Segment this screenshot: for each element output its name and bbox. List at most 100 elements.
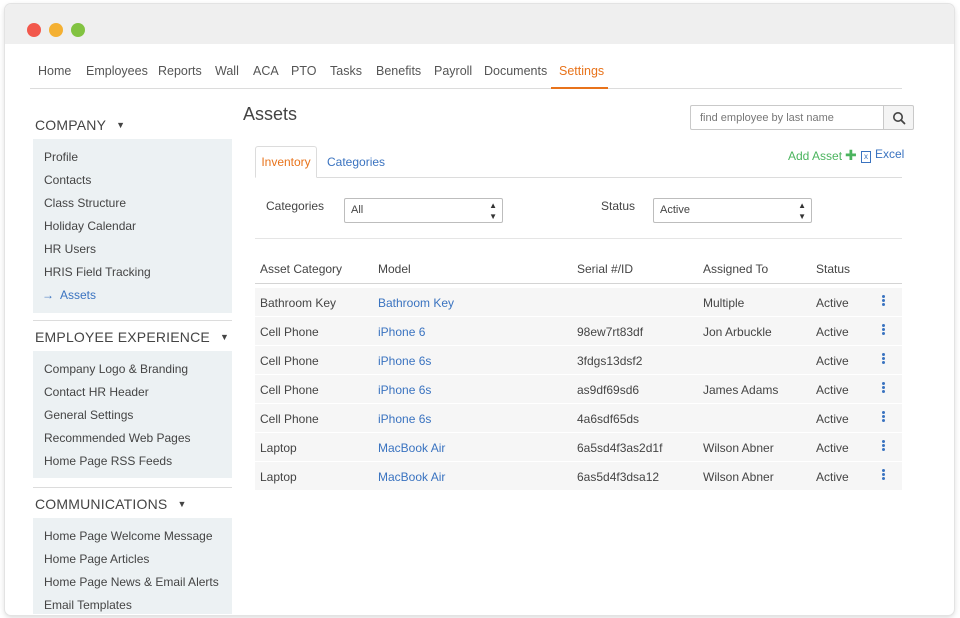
sidebar-item-home-page-news-email-alerts[interactable]: Home Page News & Email Alerts: [44, 575, 219, 589]
asset-category-cell: Cell Phone: [260, 354, 319, 368]
model-link[interactable]: iPhone 6: [378, 325, 425, 339]
kebab-menu-icon[interactable]: [877, 410, 889, 426]
model-link[interactable]: iPhone 6s: [378, 383, 431, 397]
status-cell: Active: [816, 412, 849, 426]
nav-aca[interactable]: ACA: [253, 64, 279, 78]
asset-category-cell: Cell Phone: [260, 383, 319, 397]
sidebar-item-contacts[interactable]: Contacts: [44, 173, 91, 187]
close-window-button[interactable]: [27, 23, 41, 37]
table-row: Cell Phone iPhone 6s as9df69sd6 James Ad…: [255, 375, 902, 404]
kebab-menu-icon[interactable]: [877, 439, 889, 455]
status-cell: Active: [816, 383, 849, 397]
minimize-window-button[interactable]: [49, 23, 63, 37]
categories-select[interactable]: All ▲ ▼: [344, 198, 503, 223]
search-button[interactable]: [883, 105, 914, 130]
assigned-to-cell: James Adams: [703, 383, 779, 397]
kebab-menu-icon[interactable]: [877, 323, 889, 339]
sidebar-item-home-page-articles[interactable]: Home Page Articles: [44, 552, 149, 566]
asset-category-cell: Laptop: [260, 441, 297, 455]
sidebar-item-hris-field-tracking[interactable]: HRIS Field Tracking: [44, 265, 151, 279]
status-cell: Active: [816, 470, 849, 484]
plus-icon: ✚: [845, 147, 857, 163]
caret-down-icon: ▼: [219, 332, 230, 342]
model-link[interactable]: MacBook Air: [378, 470, 445, 484]
status-filter-label: Status: [601, 199, 636, 213]
kebab-menu-icon[interactable]: [877, 352, 889, 368]
table-row: Cell Phone iPhone 6s 4a6sdf65ds Active: [255, 404, 902, 433]
assigned-to-cell: Wilson Abner: [703, 470, 774, 484]
nav-settings[interactable]: Settings: [559, 64, 604, 78]
sidebar-section-title: COMPANY: [35, 117, 107, 133]
status-cell: Active: [816, 325, 849, 339]
table-row: Laptop MacBook Air 6a5sd4f3as2d1f Wilson…: [255, 433, 902, 462]
assigned-to-cell: Jon Arbuckle: [703, 325, 772, 339]
sidebar-divider: [33, 320, 232, 321]
page-title: Assets: [243, 104, 298, 124]
nav-pto[interactable]: PTO: [291, 64, 316, 78]
status-select[interactable]: Active ▲ ▼: [653, 198, 812, 223]
add-asset-label: Add Asset: [788, 149, 843, 163]
maximize-window-button[interactable]: [71, 23, 85, 37]
sidebar-item-assets[interactable]: → Assets: [42, 288, 96, 302]
model-link[interactable]: iPhone 6s: [378, 354, 431, 368]
sidebar-company-list: Profile Contacts Class Structure Holiday…: [33, 139, 232, 313]
tab-categories[interactable]: Categories: [327, 155, 385, 169]
sidebar-section-company[interactable]: COMPANY ▼: [35, 117, 125, 133]
model-link[interactable]: iPhone 6s: [378, 412, 431, 426]
sidebar-item-class-structure[interactable]: Class Structure: [44, 196, 126, 210]
kebab-menu-icon[interactable]: [877, 381, 889, 397]
nav-employees[interactable]: Employees: [86, 64, 148, 78]
select-arrows-icon: ▲ ▼: [798, 201, 806, 221]
table-row: Cell Phone iPhone 6 98ew7rt83df Jon Arbu…: [255, 317, 902, 346]
table-header-divider: [255, 283, 902, 284]
kebab-menu-icon[interactable]: [877, 294, 889, 310]
employee-search-input[interactable]: [690, 105, 884, 130]
status-cell: Active: [816, 354, 849, 368]
serial-cell: as9df69sd6: [577, 383, 640, 397]
nav-benefits[interactable]: Benefits: [376, 64, 421, 78]
nav-payroll[interactable]: Payroll: [434, 64, 472, 78]
sidebar-section-title: EMPLOYEE EXPERIENCE: [35, 329, 210, 345]
sidebar-item-email-templates[interactable]: Email Templates: [44, 598, 132, 612]
status-select-value: Active: [660, 204, 690, 216]
caret-down-icon: ▼: [116, 120, 126, 130]
sidebar-item-home-page-rss-feeds[interactable]: Home Page RSS Feeds: [44, 454, 172, 468]
column-header-assigned-to[interactable]: Assigned To: [703, 262, 768, 276]
asset-category-cell: Bathroom Key: [260, 296, 337, 310]
nav-wall[interactable]: Wall: [215, 64, 239, 78]
sidebar-section-employee-experience[interactable]: EMPLOYEE EXPERIENCE ▼: [35, 329, 229, 345]
kebab-menu-icon[interactable]: [877, 468, 889, 484]
top-nav: Home Employees Reports Wall ACA PTO Task…: [30, 62, 902, 89]
search-icon: [893, 112, 906, 125]
model-link[interactable]: MacBook Air: [378, 441, 445, 455]
tab-inventory[interactable]: Inventory: [255, 146, 317, 178]
sidebar-divider: [33, 487, 232, 488]
sidebar-item-holiday-calendar[interactable]: Holiday Calendar: [44, 219, 136, 233]
column-header-model[interactable]: Model: [378, 262, 411, 276]
export-excel-button[interactable]: x Excel: [861, 147, 904, 163]
sidebar-item-contact-hr-header[interactable]: Contact HR Header: [44, 385, 149, 399]
categories-select-value: All: [351, 204, 364, 216]
column-header-status[interactable]: Status: [816, 262, 850, 276]
nav-documents[interactable]: Documents: [484, 64, 547, 78]
sidebar-section-title: COMMUNICATIONS: [35, 496, 168, 512]
sidebar-section-communications[interactable]: COMMUNICATIONS ▼: [35, 496, 187, 512]
column-header-asset-category[interactable]: Asset Category: [260, 262, 342, 276]
nav-reports[interactable]: Reports: [158, 64, 202, 78]
sidebar-item-profile[interactable]: Profile: [44, 150, 78, 164]
asset-category-cell: Cell Phone: [260, 412, 319, 426]
sidebar-communications-list: Home Page Welcome Message Home Page Arti…: [33, 518, 232, 614]
sidebar-item-recommended-web-pages[interactable]: Recommended Web Pages: [44, 431, 191, 445]
nav-tasks[interactable]: Tasks: [330, 64, 362, 78]
sidebar-item-home-page-welcome-message[interactable]: Home Page Welcome Message: [44, 529, 213, 543]
status-cell: Active: [816, 296, 849, 310]
column-header-serial-id[interactable]: Serial #/ID: [577, 262, 633, 276]
add-asset-button[interactable]: Add Asset ✚: [788, 147, 857, 164]
sidebar-item-hr-users[interactable]: HR Users: [44, 242, 96, 256]
filter-divider: [255, 238, 902, 239]
nav-active-indicator: [551, 87, 608, 89]
sidebar-item-general-settings[interactable]: General Settings: [44, 408, 133, 422]
model-link[interactable]: Bathroom Key: [378, 296, 454, 310]
sidebar-item-company-logo-branding[interactable]: Company Logo & Branding: [44, 362, 188, 376]
nav-home[interactable]: Home: [38, 64, 71, 78]
